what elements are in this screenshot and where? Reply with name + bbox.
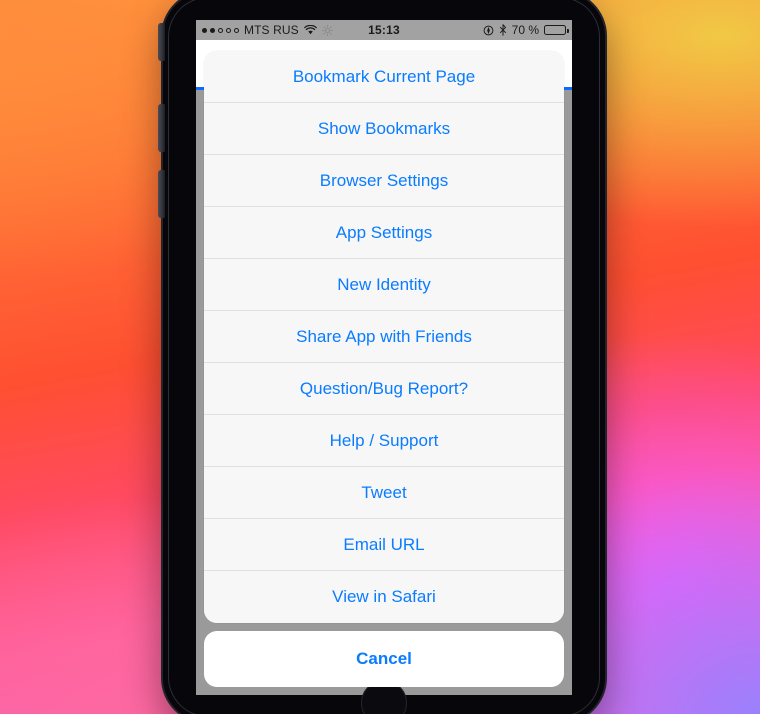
phone-device-frame: MTS RUS 15:13 70 % Bookmark Current Page… [158, 0, 605, 714]
action-sheet-item[interactable]: New Identity [204, 259, 564, 311]
location-services-icon [483, 25, 494, 36]
action-sheet-item[interactable]: Tweet [204, 467, 564, 519]
action-sheet-item[interactable]: Bookmark Current Page [204, 51, 564, 103]
cancel-button[interactable]: Cancel [204, 631, 564, 687]
signal-dot-4 [226, 27, 231, 33]
action-sheet-item[interactable]: View in Safari [204, 571, 564, 623]
battery-percent-label: 70 % [511, 23, 540, 37]
brightness-sun-icon [321, 24, 333, 36]
action-sheet-item[interactable]: Question/Bug Report? [204, 363, 564, 415]
status-bar: MTS RUS 15:13 70 % [196, 20, 572, 40]
clock-label: 15:13 [368, 23, 400, 37]
wallpaper-backdrop: MTS RUS 15:13 70 % Bookmark Current Page… [0, 0, 760, 714]
phone-screen: MTS RUS 15:13 70 % Bookmark Current Page… [196, 20, 572, 695]
action-sheet-item[interactable]: Show Bookmarks [204, 103, 564, 155]
volume-down-button[interactable] [158, 170, 165, 218]
action-sheet-list: Bookmark Current Page Show Bookmarks Brows… [204, 51, 564, 623]
bluetooth-icon [499, 24, 507, 36]
signal-dot-1 [202, 27, 207, 33]
silent-switch-button[interactable] [158, 23, 165, 61]
volume-up-button[interactable] [158, 104, 165, 152]
action-sheet-item[interactable]: Help / Support [204, 415, 564, 467]
signal-strength-dots [202, 27, 239, 33]
action-sheet-item[interactable]: Share App with Friends [204, 311, 564, 363]
action-sheet-item[interactable]: App Settings [204, 207, 564, 259]
action-sheet-item[interactable]: Browser Settings [204, 155, 564, 207]
status-bar-right: 70 % [400, 23, 569, 37]
action-sheet-item[interactable]: Email URL [204, 519, 564, 571]
signal-dot-2 [210, 27, 215, 33]
action-sheet-container: Bookmark Current Page Show Bookmarks Brows… [204, 44, 564, 687]
status-bar-left: MTS RUS [202, 23, 368, 37]
battery-icon [544, 25, 569, 35]
wifi-icon [303, 25, 317, 35]
carrier-label: MTS RUS [244, 23, 299, 37]
signal-dot-3 [218, 27, 223, 33]
signal-dot-5 [234, 27, 239, 33]
